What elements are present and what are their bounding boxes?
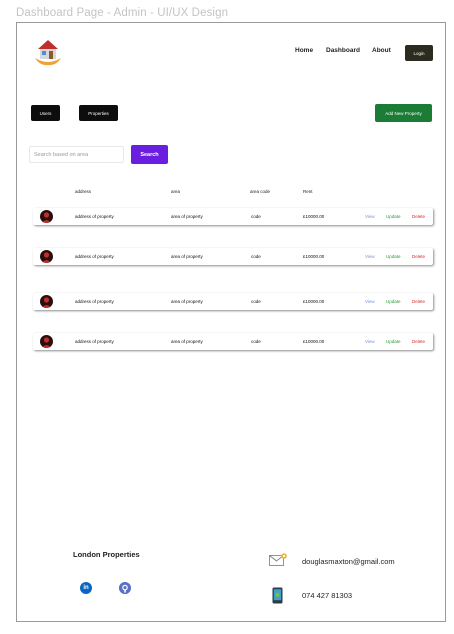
row-update-link[interactable]: Update [386,214,401,219]
row-address: address of property [75,299,114,304]
table-row: address of property area of property cod… [33,293,433,310]
row-rent: £10000.00 [303,339,325,344]
email-icon [269,553,287,566]
row-update-link[interactable]: Update [386,299,401,304]
tab-users[interactable]: Users [31,105,60,121]
github-icon[interactable] [119,582,131,594]
row-view-link[interactable]: View [365,299,375,304]
row-address: address of property [75,339,114,344]
row-area: area of property [171,299,203,304]
row-area: area of property [171,339,203,344]
avatar [40,210,53,223]
table-row: address of property area of property cod… [33,248,433,265]
row-area: area of property [171,214,203,219]
table-row: address of property area of property cod… [33,208,433,225]
tab-properties[interactable]: Properties [79,105,118,121]
row-address: address of property [75,254,114,259]
row-view-link[interactable]: View [365,339,375,344]
add-new-property-button[interactable]: Add New Property [375,104,432,122]
linkedin-icon[interactable]: in [80,582,92,594]
row-area-code: code [251,254,261,259]
row-view-link[interactable]: View [365,254,375,259]
column-header-area-code: area code [250,189,271,194]
nav-dashboard-link[interactable]: Dashboard [326,47,360,54]
row-rent: £10000.00 [303,214,325,219]
footer-title: London Properties [73,550,140,559]
footer-email[interactable]: douglasmaxton@gmail.com [302,557,395,566]
row-delete-link[interactable]: Delete [412,339,425,344]
row-view-link[interactable]: View [365,214,375,219]
row-delete-link[interactable]: Delete [412,299,425,304]
row-area-code: code [251,214,261,219]
row-area-code: code [251,339,261,344]
avatar [40,295,53,308]
footer-phone[interactable]: 074 427 81303 [302,591,352,600]
row-update-link[interactable]: Update [386,254,401,259]
column-header-area: area [171,189,181,194]
avatar [40,335,53,348]
row-delete-link[interactable]: Delete [412,254,425,259]
row-address: address of property [75,214,114,219]
row-delete-link[interactable]: Delete [412,214,425,219]
row-rent: £10000.00 [303,254,325,259]
row-area: area of property [171,254,203,259]
search-input[interactable]: Search based on area [29,146,124,163]
row-area-code: code [251,299,261,304]
avatar [40,250,53,263]
nav-home-link[interactable]: Home [295,47,313,54]
search-button[interactable]: Search [131,145,168,164]
nav-about-link[interactable]: About [372,47,391,54]
row-update-link[interactable]: Update [386,339,401,344]
frame-title: Dashboard Page - Admin - UI/UX Design [16,7,229,19]
table-row: address of property area of property cod… [33,333,433,350]
login-button[interactable]: Login [405,45,433,61]
home-logo-icon[interactable] [34,38,62,68]
phone-icon [272,587,283,604]
row-rent: £10000.00 [303,299,325,304]
column-header-rent: Rent [303,189,313,194]
column-header-address: address [75,189,92,194]
